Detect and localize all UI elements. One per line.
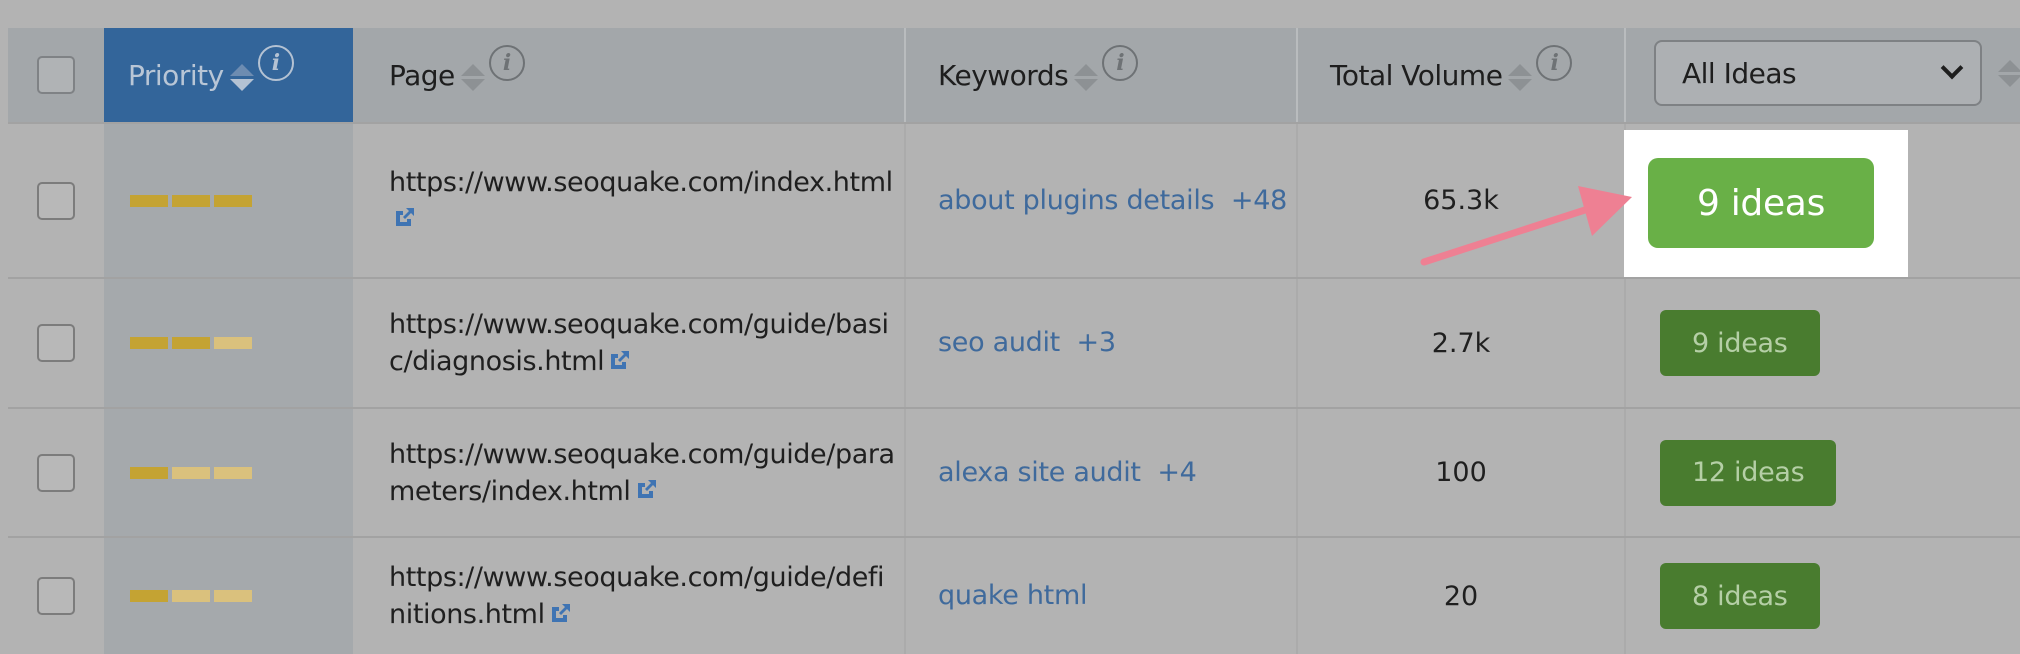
table-row: https://www.seoquake.com/guide/basic/dia…: [8, 277, 2020, 407]
priority-bar-segment: [172, 337, 210, 349]
ideas-cell: 12 ideas: [1624, 409, 2020, 536]
priority-bar-segment: [172, 466, 210, 479]
row-checkbox[interactable]: [37, 577, 75, 615]
column-header-total-volume[interactable]: Total Volume i: [1296, 28, 1624, 122]
row-checkbox[interactable]: [37, 453, 75, 492]
sort-icon[interactable]: [1998, 60, 2020, 87]
keyword-link[interactable]: about plugins details: [938, 185, 1215, 216]
priority-bar-segment: [172, 590, 210, 602]
priority-cell: [104, 409, 353, 536]
ideas-filter-dropdown[interactable]: All Ideas: [1654, 40, 1982, 106]
priority-header-label: Priority: [128, 58, 224, 92]
row-checkbox[interactable]: [37, 181, 75, 220]
keywords-header-label: Keywords: [938, 58, 1069, 92]
keyword-more-count[interactable]: +4: [1157, 457, 1197, 488]
external-link-icon[interactable]: [549, 601, 573, 625]
keyword-more-count[interactable]: +3: [1077, 327, 1117, 358]
page-cell: https://www.seoquake.com/guide/definitio…: [353, 538, 904, 654]
ideas-button[interactable]: 9 ideas: [1660, 310, 1820, 376]
priority-bar-segment: [130, 466, 168, 479]
column-header-priority[interactable]: Priority i: [104, 28, 353, 122]
total-volume-cell: 2.7k: [1296, 279, 1624, 407]
column-header-page[interactable]: Page i: [353, 28, 904, 122]
chevron-down-icon: [1940, 56, 1964, 80]
ideas-button-highlighted[interactable]: 9 ideas: [1648, 158, 1874, 248]
external-link-icon[interactable]: [608, 348, 632, 372]
row-checkbox-cell: [8, 538, 104, 654]
page-cell: https://www.seoquake.com/guide/parameter…: [353, 409, 904, 536]
keyword-link[interactable]: seo audit: [938, 327, 1060, 358]
total-volume-cell: 20: [1296, 538, 1624, 654]
total-volume-cell: 65.3k: [1296, 124, 1624, 277]
ideas-cell: 8 ideas: [1624, 538, 2020, 654]
total-volume-header-label: Total Volume: [1330, 58, 1503, 92]
header-checkbox-cell: [8, 28, 104, 122]
page-url: https://www.seoquake.com/guide/definitio…: [389, 562, 885, 630]
select-all-checkbox[interactable]: [37, 56, 75, 94]
sort-icon[interactable]: [1074, 63, 1099, 91]
priority-cell: [104, 279, 353, 407]
page-url: https://www.seoquake.com/index.html: [389, 166, 893, 198]
page-url: https://www.seoquake.com/guide/basic/dia…: [389, 309, 889, 377]
sort-icon[interactable]: [1508, 63, 1533, 91]
priority-bar-segment: [214, 590, 252, 602]
info-icon[interactable]: i: [1102, 45, 1139, 81]
keywords-cell: about plugins details +48: [904, 124, 1296, 277]
priority-bar-segment: [214, 466, 252, 479]
row-checkbox-cell: [8, 279, 104, 407]
priority-indicator: [130, 466, 252, 479]
priority-cell: [104, 538, 353, 654]
total-volume-value: 2.7k: [1431, 327, 1491, 359]
ideas-filter-value: All Ideas: [1682, 56, 1797, 90]
info-icon[interactable]: i: [1536, 45, 1573, 81]
column-header-ideas: All Ideas: [1624, 28, 2020, 122]
sort-icon[interactable]: [229, 63, 254, 91]
info-icon[interactable]: i: [488, 45, 525, 81]
external-link-icon[interactable]: [393, 205, 417, 229]
table-row: https://www.seoquake.com/guide/definitio…: [8, 536, 2020, 654]
row-checkbox-cell: [8, 124, 104, 277]
table-row: https://www.seoquake.com/guide/parameter…: [8, 407, 2020, 536]
priority-indicator: [130, 337, 252, 349]
keywords-cell: alexa site audit +4: [904, 409, 1296, 536]
row-checkbox-cell: [8, 409, 104, 536]
priority-bar-segment: [130, 194, 168, 207]
ideas-button[interactable]: 8 ideas: [1660, 563, 1820, 629]
ideas-cell: 9 ideas: [1624, 279, 2020, 407]
priority-bar-segment: [130, 590, 168, 602]
row-checkbox[interactable]: [37, 324, 75, 362]
external-link-icon[interactable]: [635, 477, 659, 501]
priority-bar-segment: [214, 194, 252, 207]
keyword-link[interactable]: alexa site audit: [938, 457, 1141, 488]
ideas-table: Priority i Page i Keywords i Total Volum…: [8, 28, 2020, 654]
total-volume-value: 100: [1435, 457, 1487, 488]
sort-icon[interactable]: [460, 63, 485, 91]
keyword-link[interactable]: quake html: [938, 580, 1087, 611]
priority-indicator: [130, 194, 252, 207]
total-volume-value: 65.3k: [1423, 185, 1499, 216]
column-header-keywords[interactable]: Keywords i: [904, 28, 1296, 122]
keyword-more-count[interactable]: +48: [1231, 185, 1287, 216]
page-cell: https://www.seoquake.com/index.html: [353, 124, 904, 277]
priority-indicator: [130, 590, 252, 602]
priority-cell: [104, 124, 353, 277]
total-volume-cell: 100: [1296, 409, 1624, 536]
priority-bar-segment: [172, 194, 210, 207]
info-icon[interactable]: i: [257, 45, 294, 81]
priority-bar-segment: [214, 337, 252, 349]
table-header: Priority i Page i Keywords i Total Volum…: [8, 28, 2020, 122]
page-header-label: Page: [389, 58, 455, 92]
ideas-button[interactable]: 12 ideas: [1660, 439, 1837, 506]
keywords-cell: quake html: [904, 538, 1296, 654]
total-volume-value: 20: [1443, 580, 1479, 612]
priority-bar-segment: [130, 337, 168, 349]
keywords-cell: seo audit +3: [904, 279, 1296, 407]
page-cell: https://www.seoquake.com/guide/basic/dia…: [353, 279, 904, 407]
